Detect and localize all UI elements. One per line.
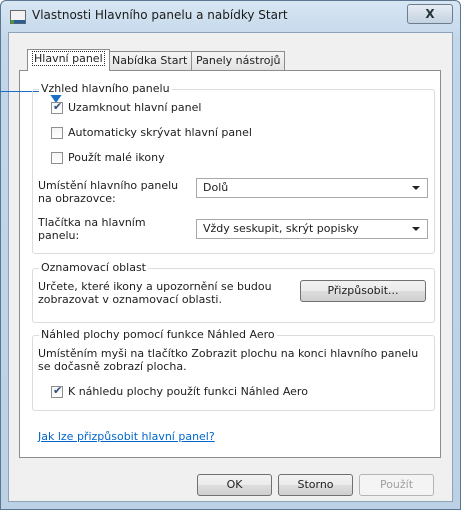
tab-toolbars-label: Panely nástrojů xyxy=(196,54,281,67)
aero-description: Umístěním myši na tlačítko Zobrazit ploc… xyxy=(38,347,419,373)
autohide-checkbox[interactable] xyxy=(51,127,63,139)
apply-button[interactable]: Použít xyxy=(359,474,434,496)
location-select-value: Dolů xyxy=(203,181,229,194)
customize-button[interactable]: Přizpůsobit... xyxy=(300,280,426,302)
small-icons-label: Použít malé ikony xyxy=(68,151,165,164)
tab-start-menu[interactable]: Nabídka Start xyxy=(107,51,193,70)
buttons-label: Tlačítka na hlavním panelu: xyxy=(38,216,146,242)
title-bar[interactable]: Vlastnosti Hlavního panelu a nabídky Sta… xyxy=(1,1,460,31)
buttons-select[interactable]: Vždy seskupit, skrýt popisky xyxy=(196,219,428,239)
lock-taskbar-label: Uzamknout hlavní panel xyxy=(68,101,202,114)
small-icons-checkbox[interactable] xyxy=(51,152,63,164)
close-button[interactable]: X xyxy=(407,4,453,24)
location-select[interactable]: Dolů xyxy=(196,178,428,198)
notification-group-legend: Oznamovací oblast xyxy=(39,261,148,274)
cancel-button[interactable]: Storno xyxy=(278,474,353,496)
aero-group-legend: Náhled plochy pomocí funkce Náhled Aero xyxy=(39,328,277,341)
tab-taskbar[interactable]: Hlavní panel xyxy=(27,49,110,71)
tab-toolbars[interactable]: Panely nástrojů xyxy=(191,51,286,70)
tab-taskbar-label: Hlavní panel xyxy=(32,51,105,66)
location-label: Umístění hlavního panelu na obrazovce: xyxy=(38,179,179,205)
ok-button[interactable]: OK xyxy=(197,474,272,496)
close-icon: X xyxy=(425,7,435,21)
chevron-down-icon xyxy=(412,186,420,190)
window-title: Vlastnosti Hlavního panelu a nabídky Sta… xyxy=(32,8,288,22)
notification-description: Určete, které ikony a upozornění se budo… xyxy=(38,280,272,306)
appearance-group-legend: Vzhled hlavního panelu xyxy=(39,82,172,95)
buttons-select-value: Vždy seskupit, skrýt popisky xyxy=(203,222,359,235)
taskbar-icon xyxy=(10,10,26,24)
tab-start-menu-label: Nabídka Start xyxy=(112,54,188,67)
aero-peek-label: K náhledu plochy použít funkci Náhled Ae… xyxy=(68,385,308,398)
autohide-label: Automaticky skrývat hlavní panel xyxy=(68,126,252,139)
chevron-down-icon xyxy=(412,227,420,231)
help-link[interactable]: Jak lze přizpůsobit hlavní panel? xyxy=(38,430,215,443)
aero-peek-checkbox[interactable] xyxy=(51,384,63,398)
lock-taskbar-checkbox[interactable] xyxy=(51,100,63,114)
